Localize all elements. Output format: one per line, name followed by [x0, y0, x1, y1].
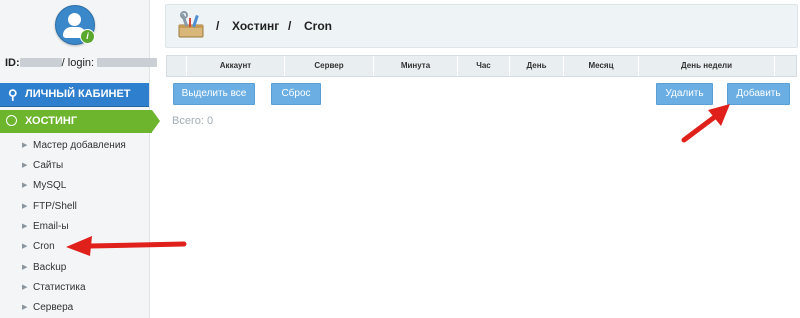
login-label: / login:: [61, 57, 95, 69]
user-avatar-icon[interactable]: i: [55, 5, 95, 45]
chevron-right-icon: ▶: [22, 304, 28, 311]
menu-hosting-label: ХОСТИНГ: [25, 115, 78, 127]
reset-button[interactable]: Сброс: [271, 83, 321, 105]
column-weekday[interactable]: День недели: [639, 56, 774, 76]
sidebar-item-label: Мастер добавления: [33, 140, 126, 151]
menu-personal-cabinet[interactable]: ⚲ ЛИЧНЫЙ КАБИНЕТ: [0, 83, 149, 107]
toolbox-icon: [178, 11, 204, 38]
sidebar-item-label: MySQL: [33, 180, 67, 191]
chevron-right-icon: ▶: [22, 162, 28, 169]
sidebar-item-label: FTP/Shell: [33, 201, 77, 212]
sidebar-item-wizard[interactable]: ▶ Мастер добавления: [0, 136, 149, 156]
chevron-right-icon: ▶: [22, 264, 28, 271]
annotation-arrow-icon: [681, 104, 730, 143]
menu-personal-cabinet-label: ЛИЧНЫЙ КАБИНЕТ: [25, 88, 131, 100]
user-id-label: ID:: [5, 57, 20, 69]
column-server[interactable]: Сервер: [285, 56, 373, 76]
sidebar-item-backup[interactable]: ▶ Backup: [0, 258, 149, 278]
user-credentials: ID: / login:: [5, 57, 158, 69]
sidebar-item-mysql[interactable]: ▶ MySQL: [0, 176, 149, 196]
sidebar-item-sites[interactable]: ▶ Сайты: [0, 156, 149, 176]
redacted-login: [97, 58, 158, 67]
user-icon: ⚲: [8, 87, 18, 102]
chevron-right-icon: ▶: [22, 284, 28, 291]
hosting-icon: [6, 115, 17, 126]
column-account[interactable]: Аккаунт: [187, 56, 284, 76]
breadcrumb-hosting[interactable]: Хостинг: [232, 5, 279, 47]
sidebar-item-servers[interactable]: ▶ Сервера: [0, 298, 149, 318]
chevron-right-icon: ▶: [22, 182, 28, 189]
annotation-arrow-icon: [66, 236, 187, 256]
column-hour[interactable]: Час: [458, 56, 509, 76]
chevron-right-icon: ▶: [22, 223, 28, 230]
column-month[interactable]: Месяц: [564, 56, 638, 76]
chevron-right-icon: ▶: [22, 142, 28, 149]
select-all-button[interactable]: Выделить все: [173, 83, 255, 105]
column-minute[interactable]: Минута: [374, 56, 457, 76]
breadcrumb-current: Cron: [304, 19, 332, 33]
sidebar-item-label: Сайты: [33, 160, 64, 171]
breadcrumb-separator: /: [288, 19, 292, 33]
total-count: Всего: 0: [172, 115, 214, 127]
page-header: / Хостинг / Cron: [165, 4, 798, 48]
chevron-right-icon: ▶: [22, 203, 28, 210]
sidebar-item-label: Backup: [33, 262, 67, 273]
column-day[interactable]: День: [510, 56, 563, 76]
chevron-right-icon: ▶: [22, 243, 28, 250]
sidebar: i ID: / login: ⚲ ЛИЧНЫЙ КАБИНЕТ ХОСТИНГ ▶…: [0, 0, 160, 318]
breadcrumb-separator: /: [216, 19, 220, 33]
sidebar-item-label: Сервера: [33, 302, 74, 313]
menu-hosting[interactable]: ХОСТИНГ: [0, 110, 160, 133]
sidebar-item-ftp-shell[interactable]: ▶ FTP/Shell: [0, 197, 149, 217]
cron-table-header: Аккаунт Сервер Минута Час День Месяц Ден…: [166, 55, 797, 77]
sidebar-item-label: Статистика: [33, 282, 86, 293]
info-badge-icon: i: [80, 29, 95, 44]
sidebar-item-label: Cron: [33, 241, 55, 252]
add-button[interactable]: Добавить: [727, 83, 790, 105]
redacted-id: [19, 58, 62, 67]
sidebar-item-statistics[interactable]: ▶ Статистика: [0, 278, 149, 298]
